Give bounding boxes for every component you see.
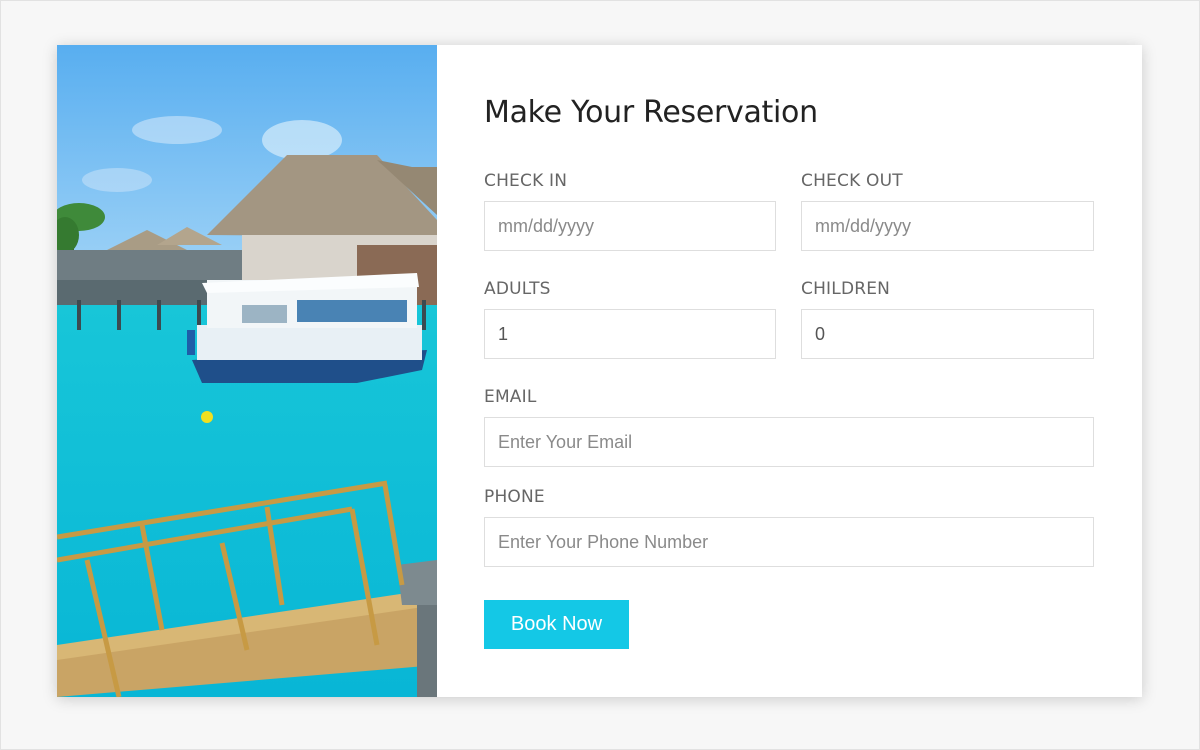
phone-input[interactable]: [484, 517, 1094, 567]
check-in-input[interactable]: [484, 201, 776, 251]
adults-label: ADULTS: [484, 279, 551, 299]
check-out-input[interactable]: [801, 201, 1094, 251]
check-in-label: CHECK IN: [484, 171, 568, 191]
reservation-form: Make Your Reservation CHECK IN CHECK OUT…: [437, 45, 1142, 697]
resort-photo: [57, 45, 437, 697]
email-label: EMAIL: [484, 387, 537, 407]
children-input[interactable]: [801, 309, 1094, 359]
page-background: Make Your Reservation CHECK IN CHECK OUT…: [0, 0, 1200, 750]
phone-label: PHONE: [484, 487, 545, 507]
check-out-label: CHECK OUT: [801, 171, 903, 191]
adults-input[interactable]: [484, 309, 776, 359]
children-label: CHILDREN: [801, 279, 891, 299]
book-now-button[interactable]: Book Now: [484, 600, 629, 649]
form-title: Make Your Reservation: [484, 95, 818, 130]
reservation-card: Make Your Reservation CHECK IN CHECK OUT…: [57, 45, 1142, 697]
email-input[interactable]: [484, 417, 1094, 467]
